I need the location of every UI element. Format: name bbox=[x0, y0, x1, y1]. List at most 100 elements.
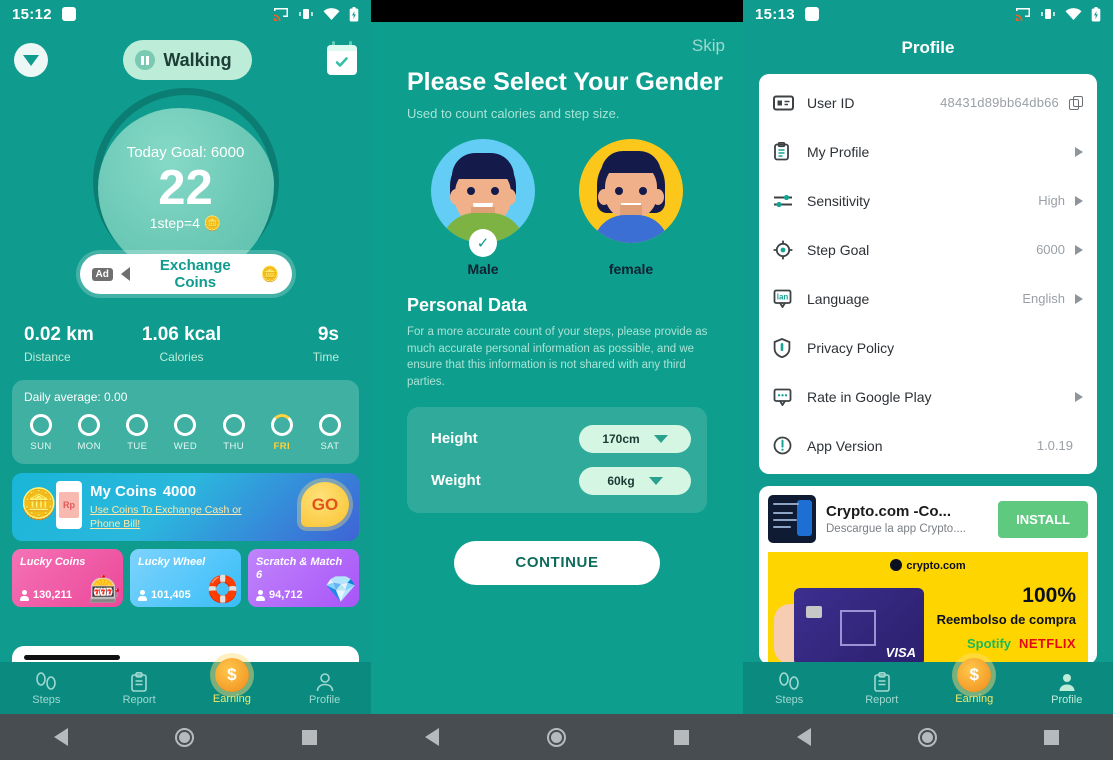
day-fri[interactable]: FRI bbox=[265, 414, 299, 452]
ad-thumbnail bbox=[768, 495, 816, 543]
status-icons bbox=[273, 6, 359, 22]
ad-meta: Crypto.com -Co... Descargue la app Crypt… bbox=[826, 503, 988, 535]
settings-row-privacy-policy[interactable]: Privacy Policy bbox=[759, 323, 1097, 372]
arrow-icon bbox=[1075, 244, 1083, 255]
nav-earning[interactable]: $ Earning bbox=[928, 657, 1021, 705]
gender-options: ✓ Male female bbox=[371, 139, 743, 277]
settings-row-my-profile[interactable]: My Profile bbox=[759, 127, 1097, 176]
height-row: Height 170cm bbox=[423, 424, 691, 453]
recents-icon[interactable] bbox=[674, 729, 689, 745]
home-icon[interactable] bbox=[175, 727, 195, 747]
nav-report[interactable]: Report bbox=[93, 671, 186, 706]
diamond-icon: 💎 bbox=[324, 574, 357, 604]
system-nav-bar bbox=[0, 714, 371, 760]
settings-row-app-version: App Version 1.0.19 bbox=[759, 421, 1097, 470]
install-button[interactable]: INSTALL bbox=[998, 500, 1088, 538]
gender-option-male[interactable]: ✓ Male bbox=[431, 139, 535, 277]
nav-report[interactable]: Report bbox=[836, 671, 929, 706]
tile-title: Lucky Wheel bbox=[138, 556, 206, 568]
system-nav-bar bbox=[371, 714, 743, 760]
nav-profile[interactable]: Profile bbox=[1021, 671, 1113, 706]
settings-row-language[interactable]: lan Language English bbox=[759, 274, 1097, 323]
copy-icon[interactable] bbox=[1069, 95, 1083, 110]
day-sun[interactable]: SUN bbox=[24, 414, 58, 452]
day-thu[interactable]: THU bbox=[217, 414, 251, 452]
day-ring bbox=[174, 414, 197, 436]
weight-dropdown[interactable]: 60kg bbox=[579, 466, 691, 495]
settings-row-step-goal[interactable]: Step Goal 6000 bbox=[759, 225, 1097, 274]
settings-card: User ID 48431d89bb64db66 My Profile Sens… bbox=[759, 74, 1097, 474]
language-icon: lan bbox=[773, 289, 803, 308]
clipboard-icon bbox=[93, 671, 186, 693]
ad-header: Crypto.com -Co... Descargue la app Crypt… bbox=[768, 495, 1088, 543]
calendar-check-icon[interactable] bbox=[327, 41, 357, 75]
wifi-icon bbox=[1065, 7, 1082, 20]
ad-card[interactable]: Crypto.com -Co... Descargue la app Crypt… bbox=[759, 486, 1097, 664]
personal-data-text: For a more accurate count of your steps,… bbox=[407, 326, 708, 389]
go-button[interactable]: GO bbox=[301, 482, 349, 527]
back-icon[interactable] bbox=[425, 728, 439, 746]
exchange-coins-button[interactable]: Ad Exchange Coins 🪙 bbox=[79, 254, 292, 294]
tile-lucky-wheel[interactable]: Lucky Wheel 101,405 🛟 bbox=[130, 549, 241, 607]
netflix-label: NETFLIX bbox=[1019, 636, 1076, 651]
home-icon[interactable] bbox=[547, 727, 566, 747]
status-square-icon bbox=[804, 7, 819, 21]
walking-mode-pill[interactable]: Walking bbox=[123, 40, 252, 80]
steps-header: Walking bbox=[0, 28, 371, 84]
day-ring bbox=[222, 414, 245, 436]
person-icon bbox=[138, 589, 147, 601]
coin-dollar-icon: $ bbox=[957, 657, 992, 692]
sliders-icon bbox=[773, 194, 803, 208]
credit-card-illustration: VISA bbox=[794, 588, 924, 664]
back-icon[interactable] bbox=[53, 728, 68, 746]
height-dropdown[interactable]: 170cm bbox=[579, 424, 691, 453]
weekly-summary-card: Daily average: 0.00 SUN MON TUE WED THU … bbox=[12, 380, 359, 464]
settings-label: Privacy Policy bbox=[807, 339, 895, 356]
nav-profile[interactable]: Profile bbox=[278, 671, 371, 706]
settings-row-rate-google-play[interactable]: Rate in Google Play bbox=[759, 372, 1097, 421]
vibrate-icon bbox=[1041, 9, 1055, 19]
nav-steps[interactable]: Steps bbox=[743, 671, 836, 706]
settings-row-sensitivity[interactable]: Sensitivity High bbox=[759, 176, 1097, 225]
footsteps-icon bbox=[743, 671, 836, 693]
my-coins-banner[interactable]: 🪙 Rp My Coins 4000 Use Coins To Exchange … bbox=[12, 473, 359, 541]
header-dropdown-button[interactable] bbox=[14, 43, 48, 77]
tile-lucky-coins[interactable]: Lucky Coins 130,211 🎰 bbox=[12, 549, 123, 607]
nav-label: Earning bbox=[955, 692, 994, 705]
recents-icon[interactable] bbox=[302, 729, 318, 745]
phone-bill-icon: Rp bbox=[56, 481, 82, 529]
settings-label: User ID bbox=[807, 94, 855, 111]
nav-steps[interactable]: Steps bbox=[0, 671, 93, 706]
gender-subtitle: Used to count calories and step size. bbox=[407, 106, 620, 121]
recents-icon[interactable] bbox=[1044, 729, 1060, 745]
metric-distance: 0.02 km Distance bbox=[14, 324, 129, 364]
day-sat[interactable]: SAT bbox=[313, 414, 347, 452]
nav-label: Earning bbox=[212, 692, 251, 705]
settings-label: App Version bbox=[807, 437, 883, 454]
tile-scratch-match[interactable]: Scratch & Match 6 94,712 💎 bbox=[248, 549, 359, 607]
tile-count: 101,405 bbox=[138, 589, 191, 601]
settings-label: My Profile bbox=[807, 143, 870, 160]
continue-button[interactable]: CONTINUE bbox=[454, 540, 660, 585]
home-icon[interactable] bbox=[917, 727, 937, 747]
ad-banner[interactable]: crypto.com VISA 100% Reembolso de compra… bbox=[768, 552, 1088, 664]
footsteps-icon bbox=[0, 671, 93, 693]
today-goal-label: Today Goal: 6000 bbox=[126, 144, 245, 161]
skip-button[interactable]: Skip bbox=[371, 22, 743, 56]
crypto-mark-icon bbox=[890, 559, 903, 571]
nav-earning[interactable]: $ Earning bbox=[186, 657, 279, 705]
day-mon[interactable]: MON bbox=[72, 414, 106, 452]
settings-row-user-id[interactable]: User ID 48431d89bb64db66 bbox=[759, 78, 1097, 127]
step-dial: Today Goal: 6000 22 1step=4 🪙 Ad Exchang… bbox=[0, 86, 371, 294]
gender-option-female[interactable]: female bbox=[579, 139, 683, 277]
day-label: TUE bbox=[127, 441, 148, 452]
arrow-icon bbox=[1075, 146, 1083, 157]
day-wed[interactable]: WED bbox=[168, 414, 202, 452]
step-rate-text: 1step=4 bbox=[149, 215, 200, 232]
ad-brand-row: Spotify NETFLIX bbox=[967, 636, 1076, 651]
tile-count-value: 101,405 bbox=[151, 589, 191, 601]
day-tue[interactable]: TUE bbox=[120, 414, 154, 452]
weight-label: Weight bbox=[431, 472, 481, 490]
tile-count: 94,712 bbox=[256, 589, 303, 601]
back-icon[interactable] bbox=[796, 728, 811, 746]
